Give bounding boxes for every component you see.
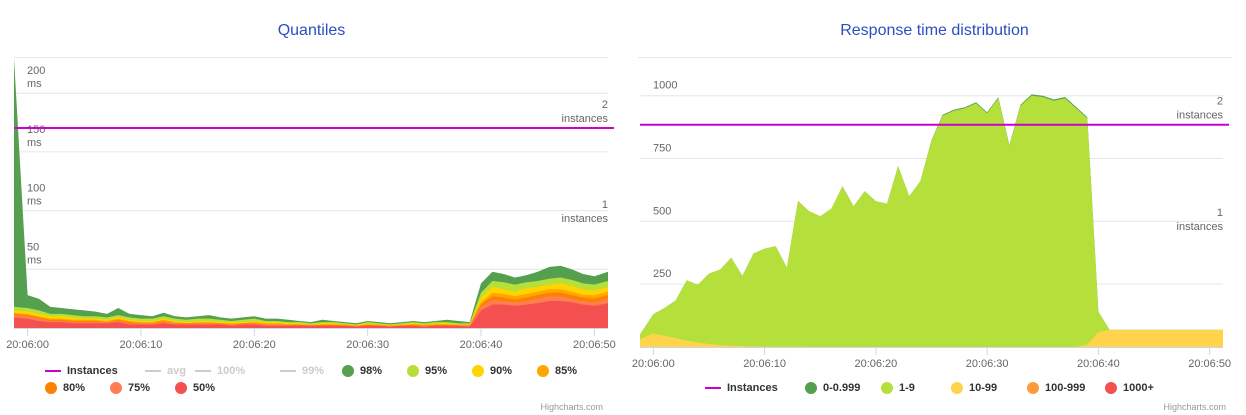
legend-label: Instances [727,382,778,394]
legend-symbol [472,365,484,377]
legend-label: 100% [217,365,246,377]
legend-item-100-[interactable]: 100% [195,365,245,377]
legend-symbol [195,370,211,372]
quantiles-panel: Quantiles 50 ms 100 ms 150 ms 200 ms 20:06:00 20:… [0,0,623,415]
legend-label: 98% [360,365,383,377]
legend-label: 90% [490,365,513,377]
legend-symbol [280,370,296,372]
quantiles-legend: Instances avg 100% 99% 98% 95% 90% 85% 80% 75% 50% [0,0,623,415]
legend-label: 1000+ [1123,382,1154,394]
legend-item-100-999[interactable]: 100-999 [1027,382,1085,394]
legend-symbol [805,382,817,394]
legend-label: 0-0.999 [823,382,861,394]
legend-symbol [951,382,963,394]
legend-item-99-[interactable]: 99% [280,365,324,377]
distribution-panel: Response time distribution 250 500 750 1000… [623,0,1246,415]
legend-item-1-9[interactable]: 1-9 [881,382,915,394]
legend-symbol [705,387,721,389]
legend-item-0-0-999[interactable]: 0-0.999 [805,382,860,394]
legend-label: 100-999 [1045,382,1086,394]
legend-symbol [881,382,893,394]
legend-item-avg[interactable]: avg [145,365,186,377]
legend-symbol [537,365,549,377]
legend-label: 99% [302,365,325,377]
legend-symbol [45,382,57,394]
legend-symbol [45,370,61,372]
legend-label: 85% [555,365,578,377]
legend-label: 10-99 [969,382,998,394]
legend-label: 75% [128,382,151,394]
quantiles-credits[interactable]: Highcharts.com [540,402,603,412]
legend-item-80-[interactable]: 80% [45,382,85,394]
legend-item-85-[interactable]: 85% [537,365,577,377]
legend-item-75-[interactable]: 75% [110,382,150,394]
legend-label: 95% [425,365,448,377]
legend-label: 50% [193,382,216,394]
legend-symbol [175,382,187,394]
legend-item-50-[interactable]: 50% [175,382,215,394]
legend-label: 1-9 [899,382,915,394]
legend-symbol [110,382,122,394]
legend-item-95-[interactable]: 95% [407,365,447,377]
legend-label: avg [167,365,186,377]
legend-symbol [342,365,354,377]
legend-symbol [1105,382,1117,394]
legend-item-90-[interactable]: 90% [472,365,512,377]
legend-symbol [407,365,419,377]
legend-item-98-[interactable]: 98% [342,365,382,377]
legend-label: 80% [63,382,86,394]
distribution-credits[interactable]: Highcharts.com [1163,402,1226,412]
legend-item-instances[interactable]: Instances [705,382,778,394]
legend-symbol [1027,382,1039,394]
distribution-legend: Instances 0-0.999 1-9 10-99 100-999 1000+ [623,0,1246,415]
legend-item-10-99[interactable]: 10-99 [951,382,997,394]
legend-item-1000-[interactable]: 1000+ [1105,382,1154,394]
legend-symbol [145,370,161,372]
legend-item-instances[interactable]: Instances [45,365,118,377]
legend-label: Instances [67,365,118,377]
